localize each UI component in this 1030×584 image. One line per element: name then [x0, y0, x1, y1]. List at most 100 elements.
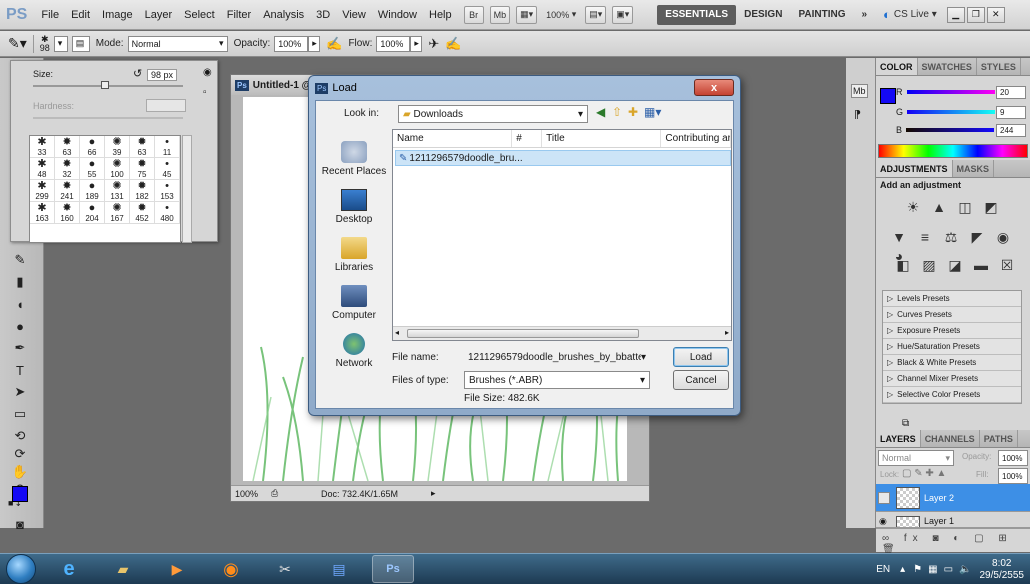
3d-orbit-tool-icon[interactable]: ⟳: [9, 444, 31, 464]
foreground-color-swatch[interactable]: [12, 486, 28, 502]
g-slider[interactable]: [907, 110, 996, 114]
tray-expand-icon[interactable]: ▴: [900, 564, 905, 575]
tablet-size-icon[interactable]: ✍: [445, 36, 461, 52]
brush-preset[interactable]: ● 189: [80, 180, 105, 202]
place-computer[interactable]: Computer: [320, 273, 388, 321]
view-extras-button[interactable]: ▦▾: [516, 5, 538, 24]
scrollbar-thumb[interactable]: [407, 329, 639, 338]
dialog-close-button[interactable]: x: [694, 79, 734, 96]
preset-hue-saturation[interactable]: ▷ Hue/Saturation Presets: [883, 339, 1021, 355]
path-selection-tool-icon[interactable]: ➤: [9, 382, 31, 402]
levels-icon[interactable]: ▲: [929, 198, 949, 216]
language-indicator[interactable]: EN: [876, 564, 890, 575]
brush-preset[interactable]: ✹ 452: [130, 202, 155, 224]
curves-icon[interactable]: ◫: [955, 199, 975, 217]
photoshop-taskbar-icon[interactable]: Ps: [372, 555, 414, 583]
view-menu-icon[interactable]: ▦▾: [644, 105, 661, 119]
layer-row-layer-2[interactable]: Layer 2: [876, 484, 1030, 512]
reset-size-icon[interactable]: ↺: [133, 67, 142, 80]
flag-icon[interactable]: ⚑: [913, 564, 922, 575]
brush-preset-picker[interactable]: ✱ 98: [40, 34, 50, 53]
brush-preset[interactable]: ● 55: [80, 158, 105, 180]
brush-grid-scrollbar[interactable]: [182, 135, 192, 243]
back-icon[interactable]: ◀: [596, 105, 605, 119]
brush-preset[interactable]: ✺ 100: [105, 158, 130, 180]
visibility-toggle[interactable]: [878, 491, 890, 504]
media-player-icon[interactable]: ▶: [156, 555, 198, 583]
scroll-left-icon[interactable]: ◂: [395, 328, 399, 337]
menu-help[interactable]: Help: [423, 9, 458, 21]
color-balance-icon[interactable]: ⚖: [941, 229, 961, 247]
exposure-icon[interactable]: ◩: [981, 199, 1001, 217]
panel-menu-icon[interactable]: ◉: [203, 67, 212, 78]
file-item[interactable]: ✎ 1211296579doodle_bru...: [395, 150, 731, 166]
tab-layers[interactable]: LAYERS: [876, 430, 921, 447]
tablet-opacity-icon[interactable]: ✍: [326, 36, 342, 52]
zoom-level-dropdown[interactable]: 100% ▾: [543, 6, 579, 24]
tab-adjustments[interactable]: ADJUSTMENTS: [876, 160, 953, 177]
place-network[interactable]: Network: [320, 321, 388, 369]
column-title[interactable]: Title: [542, 130, 662, 147]
load-button[interactable]: Load: [673, 347, 729, 367]
arrange-documents-button[interactable]: ▤▾: [585, 5, 607, 24]
brush-preset[interactable]: ✱ 299: [30, 180, 55, 202]
b-value[interactable]: 244: [996, 123, 1026, 137]
hand-tool-icon[interactable]: ✋: [9, 462, 31, 482]
posterize-icon[interactable]: ▨: [919, 257, 939, 275]
menu-image[interactable]: Image: [96, 9, 139, 21]
menu-3d[interactable]: 3D: [310, 9, 336, 21]
restore-button[interactable]: ❐: [966, 6, 985, 23]
brush-tool-icon[interactable]: ✎▾: [8, 35, 27, 52]
tab-color[interactable]: COLOR: [876, 58, 918, 75]
brightness-contrast-icon[interactable]: ☀: [903, 199, 923, 217]
screen-mode-button[interactable]: ▣▾: [612, 5, 634, 24]
close-app-button[interactable]: ✕: [986, 6, 1005, 23]
menu-filter[interactable]: Filter: [221, 9, 257, 21]
preset-selective-color[interactable]: ▷ Selective Color Presets: [883, 387, 1021, 403]
r-value[interactable]: 20: [996, 85, 1026, 99]
paint-bucket-tool-icon[interactable]: ◖: [9, 294, 31, 314]
tab-swatches[interactable]: SWATCHES: [918, 58, 977, 75]
file-list[interactable]: Name # Title Contributing art ✎ 12112965…: [392, 129, 732, 341]
preset-curves[interactable]: ▷ Curves Presets: [883, 307, 1021, 323]
tab-styles[interactable]: STYLES: [977, 58, 1021, 75]
layer-opacity-input[interactable]: 100%: [998, 450, 1028, 466]
brush-preset[interactable]: ✱ 33: [30, 136, 55, 158]
clock[interactable]: 8:02 29/5/2555: [980, 558, 1025, 582]
minimize-button[interactable]: ▁: [946, 6, 965, 23]
file-list-scrollbar[interactable]: ◂ ▸: [393, 326, 731, 340]
brush-preset[interactable]: ● 66: [80, 136, 105, 158]
brush-preset[interactable]: ✺ 131: [105, 180, 130, 202]
brush-preset[interactable]: ✱ 48: [30, 158, 55, 180]
place-recent[interactable]: Recent Places: [320, 129, 388, 177]
column-name[interactable]: Name: [393, 130, 513, 147]
quick-mask-icon[interactable]: ◙: [9, 514, 31, 534]
place-libraries[interactable]: Libraries: [320, 225, 388, 273]
file-name-input[interactable]: 1211296579doodle_brushes_by_bbatteries ▾: [464, 348, 650, 366]
workspace-essentials[interactable]: ESSENTIALS: [657, 4, 737, 25]
new-preset-icon[interactable]: ▫: [203, 87, 207, 98]
file-type-select[interactable]: Brushes (*.ABR) ▾: [464, 371, 650, 389]
eraser-tool-icon[interactable]: ▮: [9, 272, 31, 292]
lock-icons[interactable]: ▢ ✎ ✚ ▲: [902, 468, 946, 479]
airbrush-icon[interactable]: ✈: [428, 36, 439, 52]
brush-picker-arrow[interactable]: ▾: [53, 35, 68, 52]
place-desktop[interactable]: Desktop: [320, 177, 388, 225]
opacity-slider-arrow[interactable]: ▸: [308, 35, 321, 52]
menu-file[interactable]: File: [35, 9, 65, 21]
brush-grid[interactable]: ✱ 33 ✸ 63 ● 66 ✺ 39 ✹ 63 • 11 ✱ 48 ✸ 32 ● 55 ✺ 100 ✹ 75 • 45 ✱ 29…: [29, 135, 181, 243]
brush-preset[interactable]: ✱ 163: [30, 202, 55, 224]
menu-window[interactable]: Window: [372, 9, 423, 21]
g-value[interactable]: 9: [996, 105, 1026, 119]
menu-select[interactable]: Select: [178, 9, 221, 21]
network-tray-icon[interactable]: ▦: [928, 564, 937, 575]
menu-layer[interactable]: Layer: [139, 9, 179, 21]
selective-color-icon[interactable]: ☒: [997, 257, 1017, 275]
preset-black-white[interactable]: ▷ Black & White Presets: [883, 355, 1021, 371]
internet-explorer-icon[interactable]: e: [48, 555, 90, 583]
brush-preset[interactable]: ✸ 241: [55, 180, 80, 202]
3d-rotate-tool-icon[interactable]: ⟲: [9, 426, 31, 446]
opacity-input[interactable]: 100%: [274, 35, 309, 52]
layers-footer-icons[interactable]: ∞ fx ◙ ◐ ▢ ⊞ 🗑: [882, 533, 1030, 555]
brush-preset[interactable]: • 11: [155, 136, 180, 158]
